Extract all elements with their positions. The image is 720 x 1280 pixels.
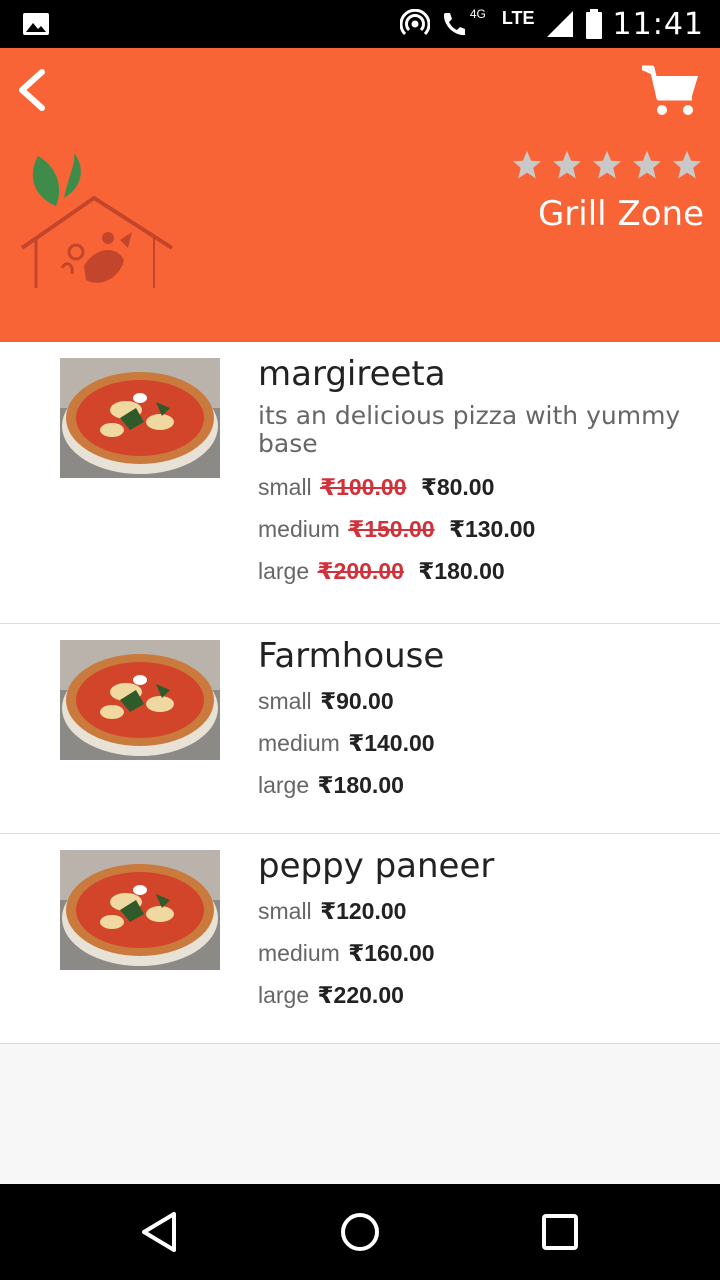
image-notification-icon xyxy=(23,13,49,35)
star-icon xyxy=(592,150,622,179)
menu-item-info: margireeta its an delicious pizza with y… xyxy=(258,342,720,592)
price-row-large[interactable]: large ₹200.00 ₹180.00 xyxy=(258,550,700,592)
status-bar: 4G LTE 11:41 xyxy=(0,0,720,48)
restaurant-header: Grill Zone xyxy=(0,48,720,342)
original-price: ₹200.00 xyxy=(317,558,404,584)
nav-recents-icon[interactable] xyxy=(536,1208,584,1256)
network-4g-label: 4G xyxy=(469,7,486,21)
price-row-large[interactable]: large ₹220.00 xyxy=(258,974,700,1016)
clock: 11:41 xyxy=(612,6,704,42)
price-row-medium[interactable]: medium ₹160.00 xyxy=(258,932,700,974)
discounted-price: ₹80.00 xyxy=(420,474,495,500)
discounted-price: ₹180.00 xyxy=(418,558,505,584)
size-label: large xyxy=(258,772,310,798)
size-label: medium xyxy=(258,516,340,542)
menu-item-info: peppy paneer small ₹120.00 medium ₹160.0… xyxy=(258,834,720,1016)
status-icons: 4G LTE 11:41 xyxy=(399,0,704,48)
rating-stars xyxy=(510,148,704,182)
menu-list: margireeta its an delicious pizza with y… xyxy=(0,342,720,1044)
item-name: margireeta xyxy=(258,354,446,394)
menu-item[interactable]: margireeta its an delicious pizza with y… xyxy=(0,342,720,624)
star-icon xyxy=(672,150,702,179)
price-row-small[interactable]: small ₹120.00 xyxy=(258,890,700,932)
pizza-image xyxy=(60,358,220,478)
price: ₹140.00 xyxy=(348,730,435,756)
item-name: peppy paneer xyxy=(258,846,495,886)
price: ₹180.00 xyxy=(317,772,404,798)
size-label: small xyxy=(258,688,312,714)
item-description: its an delicious pizza with yummy base xyxy=(258,401,681,458)
price: ₹120.00 xyxy=(320,898,407,924)
menu-item-info: Farmhouse small ₹90.00 medium ₹140.00 la… xyxy=(258,624,720,806)
nav-home-icon[interactable] xyxy=(336,1208,384,1256)
price-row-small[interactable]: small ₹100.00 ₹80.00 xyxy=(258,466,700,508)
battery-icon xyxy=(585,9,602,39)
back-arrow-icon[interactable] xyxy=(14,66,50,114)
size-label: medium xyxy=(258,940,340,966)
item-name: Farmhouse xyxy=(258,636,445,676)
star-icon xyxy=(632,150,662,179)
size-label: small xyxy=(258,474,312,500)
signal-icon xyxy=(546,11,573,37)
pizza-image xyxy=(60,640,220,760)
price: ₹90.00 xyxy=(320,688,394,714)
price-row-medium[interactable]: medium ₹150.00 ₹130.00 xyxy=(258,508,700,550)
price-row-small[interactable]: small ₹90.00 xyxy=(258,680,700,722)
price: ₹220.00 xyxy=(317,982,404,1008)
price-row-medium[interactable]: medium ₹140.00 xyxy=(258,722,700,764)
star-icon xyxy=(552,150,582,179)
discounted-price: ₹130.00 xyxy=(448,516,536,542)
restaurant-name: Grill Zone xyxy=(537,194,704,234)
nav-back-icon[interactable] xyxy=(136,1208,184,1256)
restaurant-logo xyxy=(20,153,174,288)
size-label: small xyxy=(258,898,312,924)
system-navigation-bar xyxy=(0,1184,720,1280)
network-type-label: LTE xyxy=(501,7,535,28)
menu-item[interactable]: Farmhouse small ₹90.00 medium ₹140.00 la… xyxy=(0,624,720,834)
star-icon xyxy=(512,150,542,179)
size-label: large xyxy=(258,558,310,584)
size-label: medium xyxy=(258,730,340,756)
wifi-calling-icon xyxy=(443,13,465,36)
hotspot-icon xyxy=(399,9,430,36)
price: ₹160.00 xyxy=(348,940,435,966)
original-price: ₹150.00 xyxy=(348,516,435,542)
original-price: ₹100.00 xyxy=(320,474,407,500)
shopping-cart-icon[interactable] xyxy=(640,64,700,118)
size-label: large xyxy=(258,982,310,1008)
menu-item[interactable]: peppy paneer small ₹120.00 medium ₹160.0… xyxy=(0,834,720,1044)
pizza-image xyxy=(60,850,220,970)
price-row-large[interactable]: large ₹180.00 xyxy=(258,764,700,806)
